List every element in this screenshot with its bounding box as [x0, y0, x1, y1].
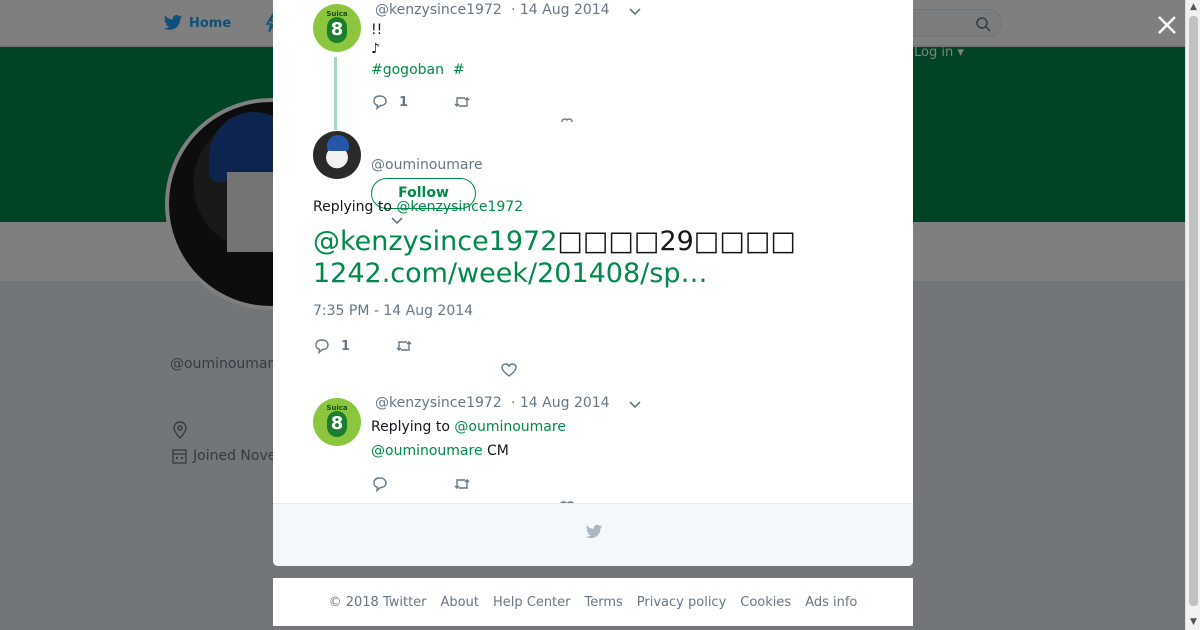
- hashtag-link[interactable]: #gogoban: [371, 62, 444, 78]
- footer-link-cookies[interactable]: Cookies: [740, 595, 791, 610]
- tweet-text-body: CM: [482, 443, 509, 459]
- tweet-timestamp[interactable]: · 14 Aug 2014: [511, 2, 610, 18]
- tweet-author-handle[interactable]: @kenzysince1972: [375, 2, 502, 18]
- tweet-text-line: !!: [371, 22, 383, 38]
- retweet-button[interactable]: [453, 475, 471, 493]
- tweet-text: @ouminoumare CM: [371, 443, 509, 459]
- tweet-text: @kenzysince1972□□□□29□□□□ 1242.com/week/…: [313, 226, 873, 290]
- reply-count: 1: [399, 94, 409, 110]
- mention-link[interactable]: @ouminoumare: [371, 443, 483, 459]
- retweet-icon: [454, 97, 470, 107]
- twitter-bird-icon: [585, 524, 603, 539]
- site-footer: © 2018 Twitter About Help Center Terms P…: [273, 578, 913, 626]
- tweet-author-handle[interactable]: @kenzysince1972: [375, 395, 502, 411]
- reply-count: 1: [341, 338, 351, 354]
- mention-link[interactable]: @kenzysince1972: [313, 226, 557, 257]
- avatar[interactable]: [313, 131, 361, 179]
- reply-button[interactable]: [371, 475, 389, 493]
- replying-to-link[interactable]: @kenzysince1972: [396, 199, 523, 215]
- reply-button[interactable]: 1: [313, 337, 350, 355]
- footer-link-help-center[interactable]: Help Center: [493, 595, 571, 610]
- url-link[interactable]: 1242.com/week/201408/sp…: [313, 258, 707, 289]
- retweet-icon: [396, 341, 412, 351]
- replying-to: Replying to @kenzysince1972: [313, 199, 523, 215]
- footer-link-about[interactable]: About: [441, 595, 479, 610]
- avatar[interactable]: Suica 8: [313, 4, 361, 52]
- tweet-text-body: □□□□29□□□□: [557, 226, 796, 257]
- reply-button[interactable]: 1: [371, 93, 408, 111]
- replying-to-prefix: Replying to: [313, 199, 392, 215]
- replying-to: Replying to @ouminoumare: [371, 419, 566, 435]
- like-icon[interactable]: [560, 117, 574, 123]
- reply-icon: [373, 477, 387, 493]
- like-button[interactable]: [500, 361, 518, 379]
- footer-link-ads-info[interactable]: Ads info: [805, 595, 857, 610]
- footer-link-privacy-policy[interactable]: Privacy policy: [637, 595, 726, 610]
- retweet-icon: [454, 479, 470, 489]
- tweet-full-timestamp[interactable]: 7:35 PM - 14 Aug 2014: [313, 303, 473, 319]
- avatar[interactable]: Suica 8: [313, 398, 361, 446]
- tweet-timestamp[interactable]: · 14 Aug 2014: [511, 395, 610, 411]
- tweet-author-handle[interactable]: @ouminoumare: [371, 157, 483, 173]
- tweet-text-line: ♪: [371, 41, 380, 57]
- replying-to-prefix: Replying to: [371, 419, 450, 435]
- scroll-thumb[interactable]: [1189, 16, 1198, 606]
- heart-icon: [501, 363, 517, 377]
- retweet-button[interactable]: [453, 93, 471, 111]
- modal-footer: [273, 503, 913, 566]
- retweet-button[interactable]: [395, 337, 413, 355]
- scroll-up-arrow[interactable]: ▲: [1186, 0, 1200, 15]
- reply-icon: [315, 339, 329, 355]
- tweet-hashtags: #gogoban #: [371, 62, 465, 78]
- thread-connector: [334, 57, 337, 130]
- chevron-down-icon[interactable]: [390, 216, 404, 226]
- footer-copyright: © 2018 Twitter: [328, 594, 427, 610]
- chevron-down-icon[interactable]: [628, 7, 642, 17]
- close-icon: [1158, 16, 1176, 34]
- replying-to-link[interactable]: @ouminoumare: [454, 419, 566, 435]
- footer-link-terms[interactable]: Terms: [585, 595, 623, 610]
- close-modal-button[interactable]: [1154, 12, 1180, 38]
- chevron-down-icon[interactable]: [628, 400, 642, 410]
- page-scrollbar[interactable]: ▲ ▼: [1185, 0, 1200, 630]
- hashtag-link[interactable]: #: [453, 62, 465, 78]
- reply-icon: [373, 95, 387, 111]
- scroll-down-arrow[interactable]: ▼: [1186, 615, 1200, 630]
- tweet-modal: Suica 8 @kenzysince1972 · 14 Aug 2014 !! …: [273, 0, 913, 566]
